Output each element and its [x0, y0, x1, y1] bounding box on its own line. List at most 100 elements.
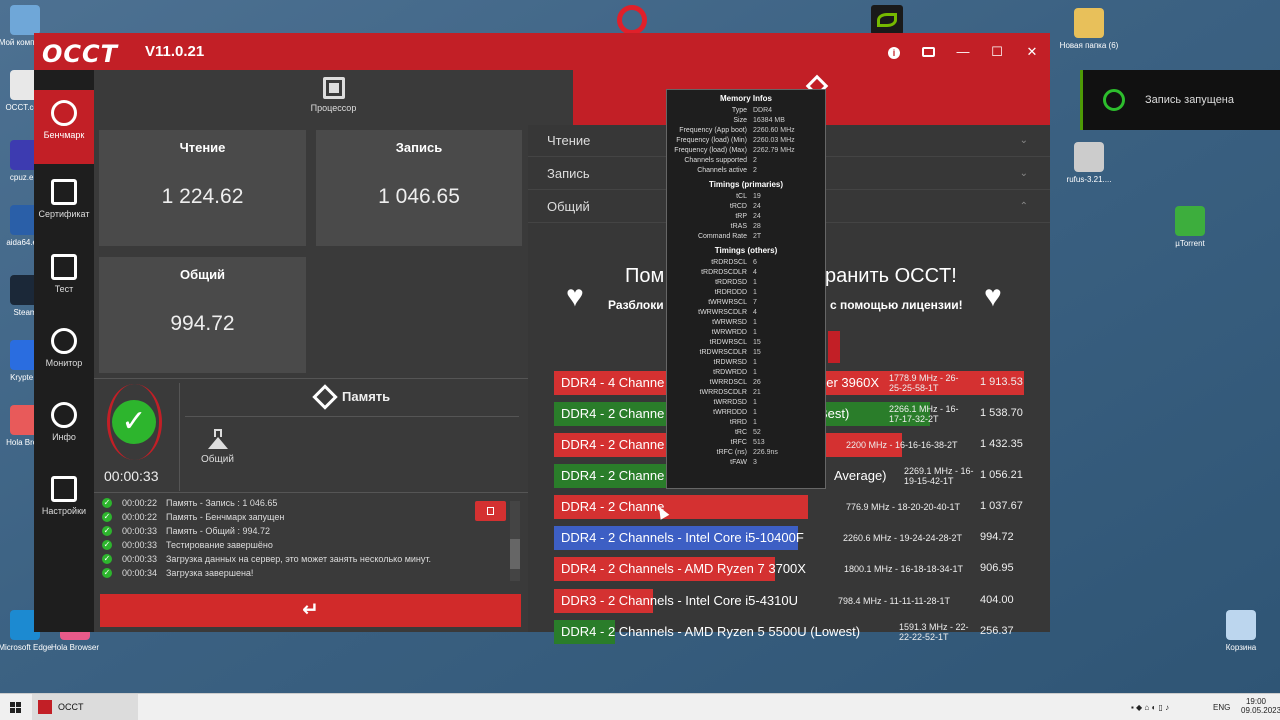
tooltip-row: tWRWRSCDLR 4 — [667, 308, 825, 318]
log-entry: ✓ 00:00:22 Память - Запись : 1 046.65 — [100, 496, 510, 510]
info-button[interactable]: i — [883, 41, 905, 63]
clock-time: 19:00 — [1245, 697, 1267, 706]
sidebar-item-label: Настройки — [41, 506, 87, 516]
log-text: Память - Общий : 994.72 — [166, 526, 270, 536]
info-icon — [51, 402, 77, 428]
tooltip-key: Frequency (load) (Max) — [674, 147, 747, 154]
notification-text: Запись запущена — [1145, 94, 1235, 106]
tooltip-key: tWRRDSD — [713, 399, 747, 406]
start-button[interactable] — [10, 702, 21, 713]
divider — [94, 378, 528, 379]
test-section-title: Память — [342, 389, 391, 404]
divider — [94, 492, 528, 493]
license-button[interactable] — [828, 331, 840, 363]
tooltip-row: tRDRDSD 1 — [667, 278, 825, 288]
benchmark-score: 1 538.70 — [980, 407, 1023, 419]
tooltip-row: Frequency (load) (Min) 2260.03 MHz — [667, 136, 825, 146]
desktop-icon[interactable]: Корзина — [1204, 610, 1278, 652]
tooltip-value: 513 — [753, 439, 765, 446]
sidebar-item-label: Бенчмарк — [43, 130, 85, 140]
desktop-icon[interactable]: µTorrent — [1153, 206, 1227, 248]
screenshot-button[interactable] — [917, 41, 939, 63]
tooltip-key: Size — [733, 117, 747, 124]
copy-log-button[interactable] — [475, 501, 506, 521]
benchmark-timing: 2260.6 MHz - 19-24-24-28-2T — [843, 533, 963, 543]
sidebar-item-gauge[interactable]: Монитор — [34, 318, 94, 390]
tooltip-row: tFAW 3 — [667, 458, 825, 468]
benchmark-row[interactable]: DDR4 - 2 Channels - AMD Ryzen 5 5500U (L… — [554, 620, 1034, 644]
sidebar-item-stopwatch[interactable]: Бенчмарк — [34, 90, 94, 164]
tooltip-value: 2 — [753, 157, 757, 164]
clock[interactable]: 19:00 09.05.2023 — [1241, 697, 1280, 715]
tooltip-value: 24 — [753, 203, 761, 210]
language-indicator[interactable]: ENG — [1213, 703, 1230, 712]
close-button[interactable]: ✕ — [1021, 41, 1043, 63]
desktop-icon-label: Корзина — [1225, 643, 1257, 652]
title-bar[interactable]: OCCT V11.0.21 i — ☐ ✕ — [34, 33, 1050, 70]
return-button[interactable]: ↵ — [100, 594, 521, 627]
tooltip-row: Type DDR4 — [667, 106, 825, 116]
tab-processor[interactable]: Процессор — [94, 70, 573, 125]
tooltip-value: 2262.79 MHz — [753, 147, 795, 154]
tooltip-value: 24 — [753, 213, 761, 220]
tooltip-key: tRC — [734, 429, 747, 436]
tooltip-value: 1 — [753, 359, 757, 366]
log-scrollbar[interactable] — [510, 501, 520, 581]
nvidia-icon[interactable] — [871, 5, 903, 35]
log-entry: ✓ 00:00:22 Память - Бенчмарк запущен — [100, 510, 510, 524]
tooltip-key: Frequency (App boot) — [679, 127, 747, 134]
tooltip-key: tRDWRSD — [713, 359, 747, 366]
sidebar-item-info[interactable]: Инфо — [34, 392, 94, 464]
tooltip-value: 1 — [753, 329, 757, 336]
tab-processor-label: Процессор — [310, 103, 357, 113]
tooltip-row: tRDWRSD 1 — [667, 358, 825, 368]
app-version: V11.0.21 — [145, 43, 205, 60]
tooltip-value: 4 — [753, 269, 757, 276]
desktop-icon[interactable]: rufus-3.21.... — [1052, 142, 1126, 184]
sidebar-item-wrench[interactable]: Настройки — [34, 466, 94, 538]
benchmark-row[interactable]: DDR3 - 2 Channels - Intel Core i5-4310U 7… — [554, 589, 1034, 613]
desktop-icon-image — [1074, 8, 1104, 38]
tooltip-key: Channels supported — [684, 157, 747, 164]
tooltip-key: Frequency (load) (Min) — [676, 137, 747, 144]
tooltip-value: 1 — [753, 419, 757, 426]
tooltip-row: Channels active 2 — [667, 166, 825, 176]
log-entry: ✓ 00:00:33 Память - Общий : 994.72 — [100, 524, 510, 538]
sidebar-item-certificate[interactable]: Сертификат — [34, 169, 94, 241]
benchmark-label: DDR4 - 4 Channe — [561, 375, 665, 390]
tooltip-value: 28 — [753, 223, 761, 230]
taskbar-app-label: OCCT — [58, 702, 84, 712]
total-value: 994.72 — [170, 312, 235, 335]
desktop-icon[interactable]: Новая папка (6) — [1052, 8, 1126, 50]
tooltip-key: tRDWRDD — [713, 369, 747, 376]
accordion-label: Запись — [547, 166, 590, 181]
tooltip-value: 6 — [753, 259, 757, 266]
sidebar-item-label: Сертификат — [38, 209, 90, 219]
chevron-icon: ⌃ — [1019, 201, 1028, 212]
log-entry: ✓ 00:00:33 Загрузка данных на сервер, это … — [100, 552, 510, 566]
chevron-icon: ⌄ — [1019, 135, 1028, 146]
check-icon: ✓ — [102, 568, 112, 578]
minimize-button[interactable]: — — [952, 41, 974, 63]
benchmark-row[interactable]: DDR4 - 2 Channels - AMD Ryzen 7 3700X 180… — [554, 557, 1034, 581]
tooltip-value: 1 — [753, 319, 757, 326]
benchmark-score: 1 037.67 — [980, 500, 1023, 512]
log-time: 00:00:22 — [122, 498, 158, 508]
tooltip-row: tRAS 28 — [667, 222, 825, 232]
tooltip-key: tWRWRSCL — [708, 299, 747, 306]
benchmark-timing: 2200 MHz - 16-16-16-38-2T — [846, 440, 958, 450]
taskbar-app-occt[interactable]: OCCT — [32, 694, 138, 720]
tray-icons[interactable]: ▪ ◆ ⌂ ◐ ▯ ♪ — [1131, 703, 1169, 712]
tooltip-value: 4 — [753, 309, 757, 316]
tooltip-value: 1 — [753, 399, 757, 406]
benchmark-row[interactable]: DDR4 - 2 Channe 776.9 MHz - 18-20-20-40-1… — [554, 495, 1034, 519]
benchmark-label: DDR4 - 2 Channe — [561, 437, 665, 452]
benchmark-row[interactable]: DDR4 - 2 Channels - Intel Core i5-10400F… — [554, 526, 1034, 550]
tooltip-heading: Timings (others) — [714, 246, 778, 255]
sidebar-item-label: Тест — [54, 284, 74, 294]
tooltip-key: Command Rate — [697, 233, 747, 240]
maximize-button[interactable]: ☐ — [986, 41, 1008, 63]
divider — [185, 416, 519, 417]
sidebar-item-flame[interactable]: Тест — [34, 244, 94, 316]
opera-icon[interactable] — [617, 5, 647, 35]
